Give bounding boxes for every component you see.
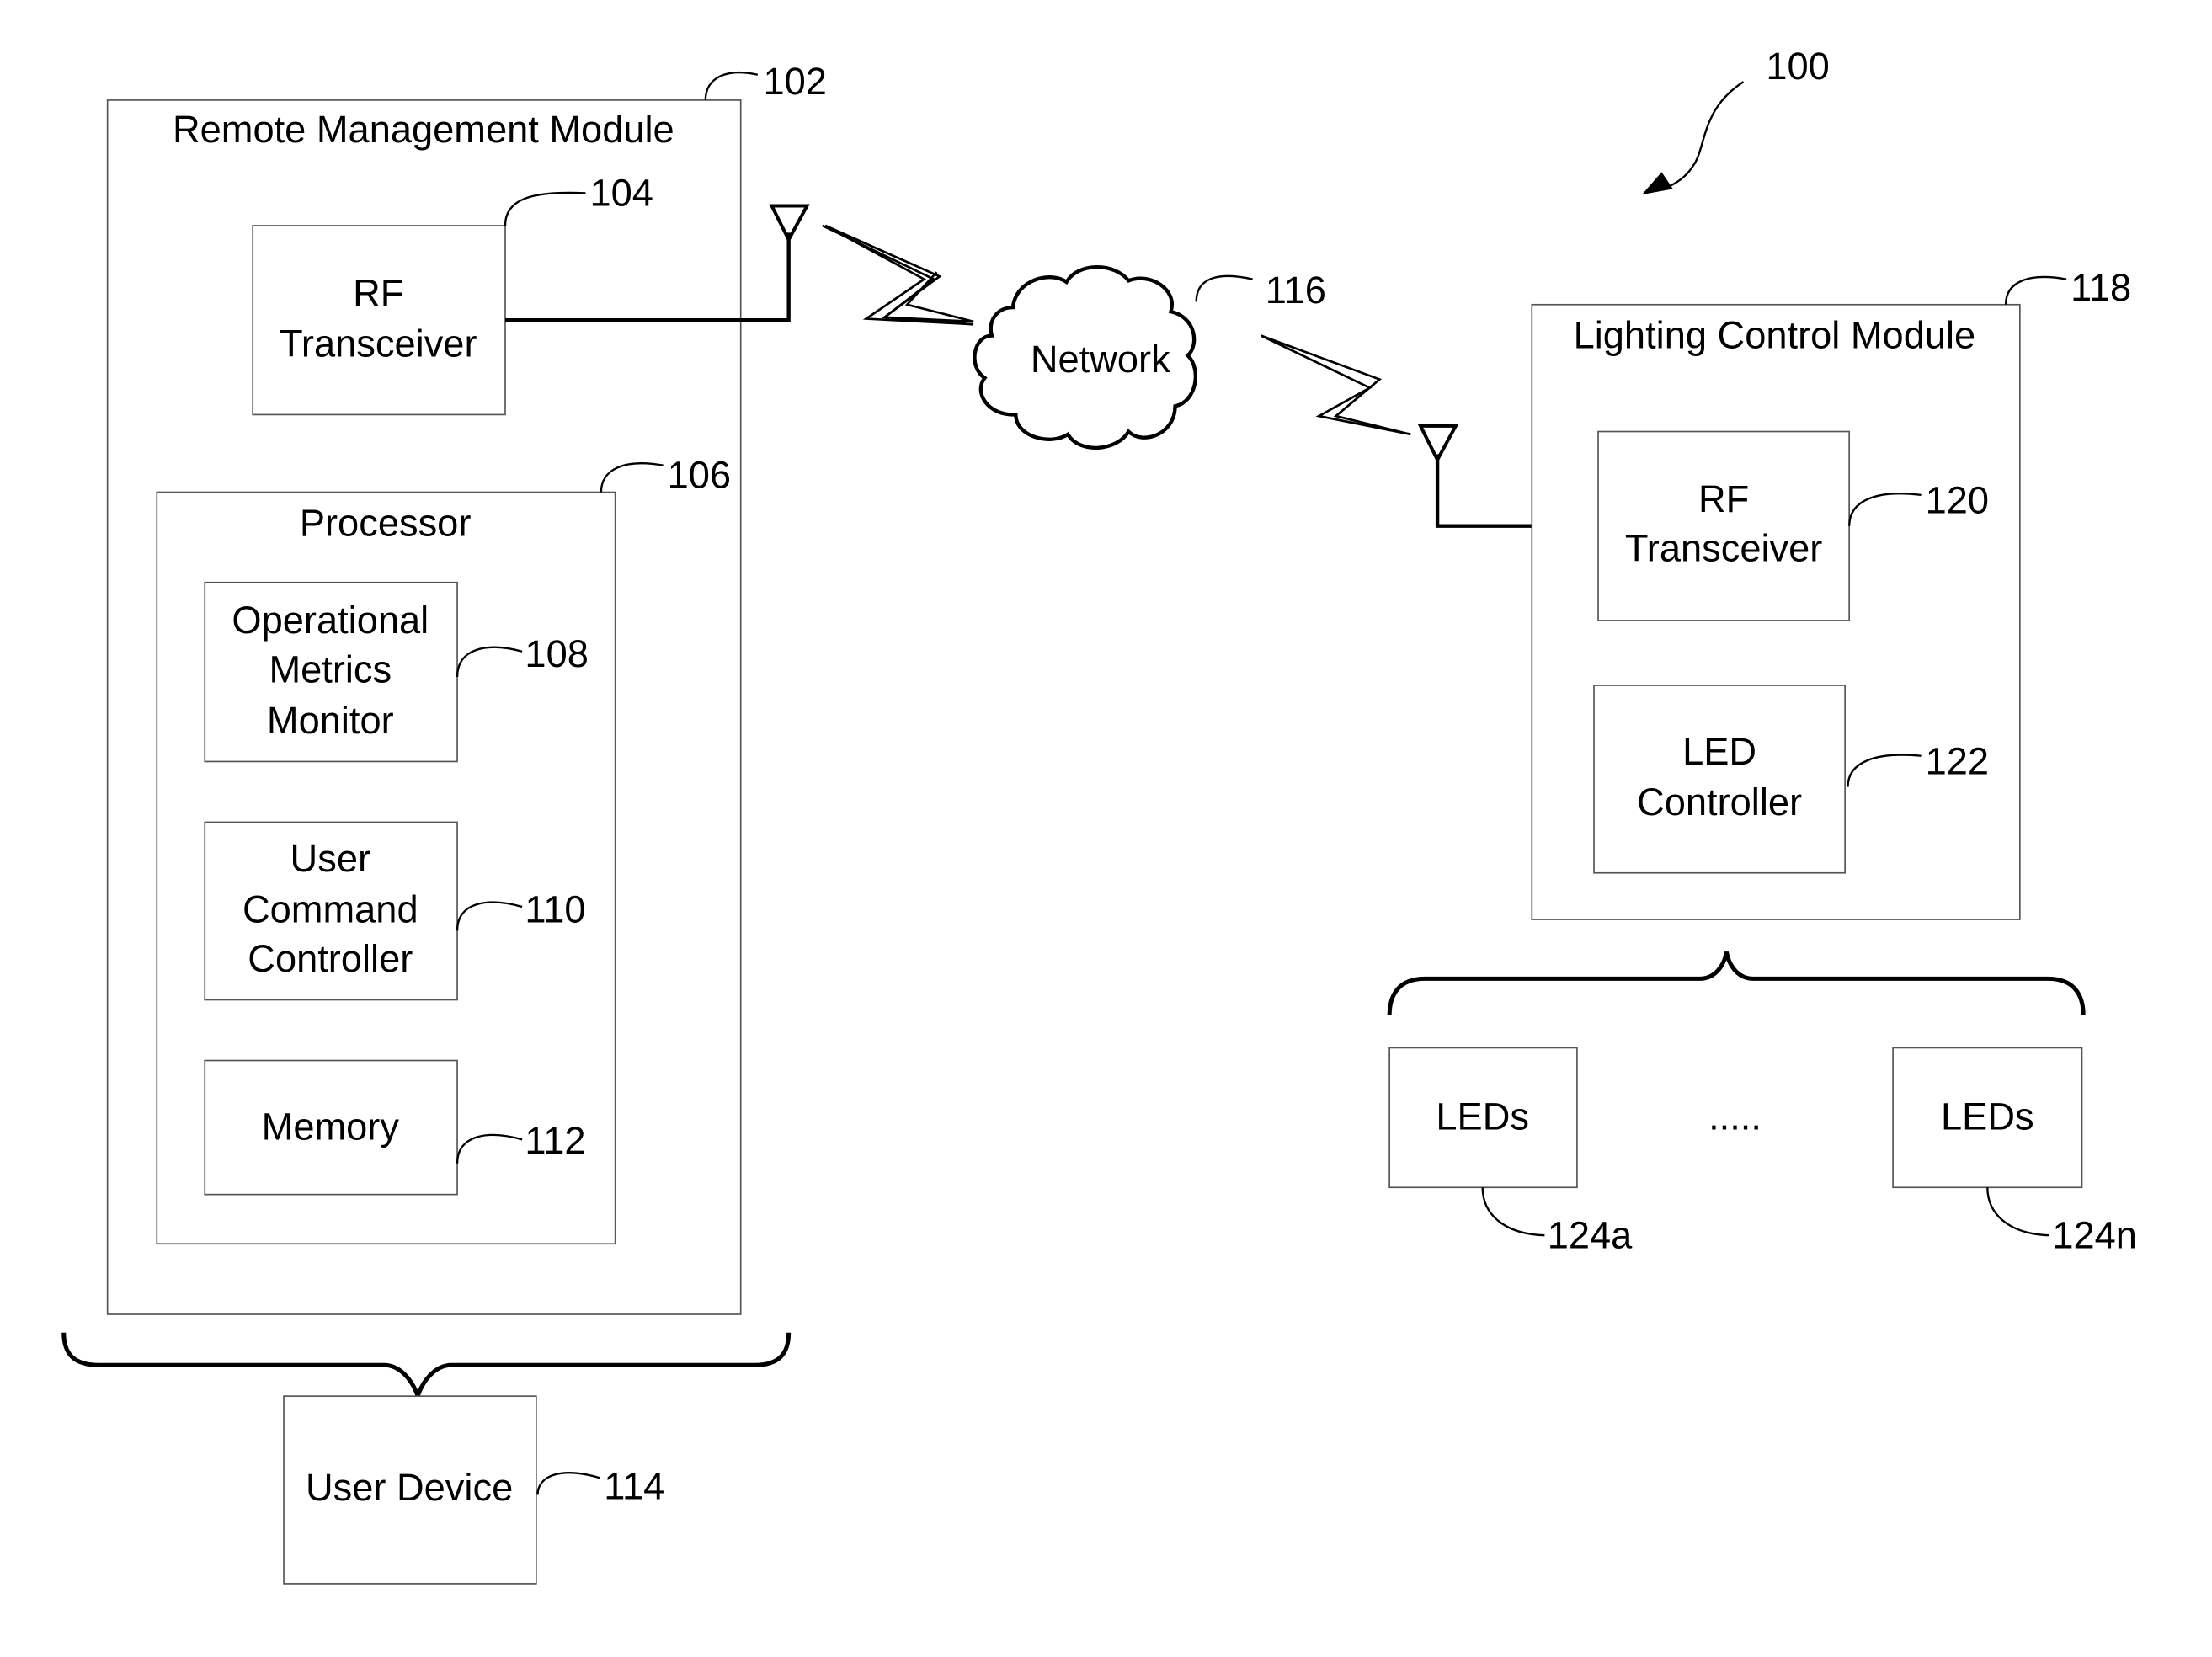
ref-label-122: 122: [1926, 740, 1989, 783]
operational-metrics-monitor-line-3: Monitor: [267, 699, 394, 742]
ref-leader-124n: [1986, 1187, 2050, 1237]
leds-label: LEDs: [1436, 1095, 1529, 1138]
operational-metrics-monitor-line-1: Operational: [232, 599, 429, 642]
rf-transceiver-120-line-2: Transceiver: [1625, 527, 1823, 570]
lighting-control-module-title: Lighting Control Module: [1574, 314, 1976, 357]
ref-leader-102: [704, 71, 759, 100]
leds-ellipsis: .....: [1708, 1095, 1762, 1138]
ref-arrow-100: [1664, 81, 1745, 190]
rf-transceiver-line-1: RF: [353, 271, 403, 314]
arrowhead-icon: [1641, 172, 1673, 195]
ref-label-116: 116: [1266, 269, 1326, 312]
figure-ref-100: 100: [1641, 45, 1830, 195]
ref-leader-118: [2004, 275, 2067, 305]
ref-label-124a: 124a: [1548, 1213, 1633, 1256]
user-device-114: User Device 114: [283, 1395, 664, 1585]
ref-label-104: 104: [589, 172, 653, 215]
operational-metrics-monitor-line-2: Metrics: [269, 648, 392, 691]
system-diagram: 100 Remote Management Module 102 RF Tran…: [61, 45, 2137, 1585]
ref-leader-114: [536, 1472, 600, 1495]
wireless-bolt-right: [1261, 334, 1411, 436]
ref-label-100: 100: [1766, 45, 1829, 88]
ref-label-114: 114: [604, 1464, 664, 1507]
ref-leader-116: [1195, 274, 1253, 302]
ref-label-124n: 124n: [2052, 1213, 2137, 1256]
remote-management-module-title: Remote Management Module: [173, 108, 674, 151]
led-controller-line-2: Controller: [1637, 781, 1802, 823]
ref-label-102: 102: [764, 60, 827, 103]
processor-title: Processor: [300, 501, 472, 544]
user-device-label: User Device: [306, 1466, 513, 1509]
network-cloud-116: Network 116: [973, 265, 1326, 450]
rf-transceiver-line-2: Transceiver: [280, 322, 477, 365]
user-command-controller-line-2: Command: [243, 887, 418, 930]
led-controller-line-1: LED: [1682, 730, 1756, 773]
ref-leader-124a: [1481, 1187, 1545, 1237]
remote-management-module: Remote Management Module 102 RF Transcei…: [106, 60, 827, 1315]
ref-label-112: 112: [525, 1119, 585, 1162]
ref-label-110: 110: [525, 887, 585, 930]
user-command-controller-line-3: Controller: [248, 937, 413, 980]
memory-label: Memory: [262, 1105, 400, 1148]
user-command-controller-line-1: User: [290, 837, 370, 880]
brace-icon: [61, 1332, 792, 1404]
leds-label: LEDs: [1941, 1095, 2034, 1138]
brace-icon: [1387, 951, 2086, 1015]
lighting-control-module: Lighting Control Module 118 RF Transceiv…: [1531, 266, 2131, 920]
led-controller-box: [1593, 685, 1846, 874]
leds-124n: LEDs 124n: [1892, 1047, 2137, 1256]
rf-transceiver-120-line-1: RF: [1698, 477, 1749, 520]
wireless-bolt-left: [824, 224, 974, 326]
ref-label-120: 120: [1926, 479, 1989, 522]
ref-label-108: 108: [525, 632, 588, 675]
leds-124a: LEDs 124a: [1388, 1047, 1633, 1256]
network-label: Network: [1031, 338, 1170, 381]
ref-label-118: 118: [2071, 266, 2131, 309]
rf-transceiver-box: [252, 225, 506, 416]
ref-label-106: 106: [668, 454, 731, 497]
